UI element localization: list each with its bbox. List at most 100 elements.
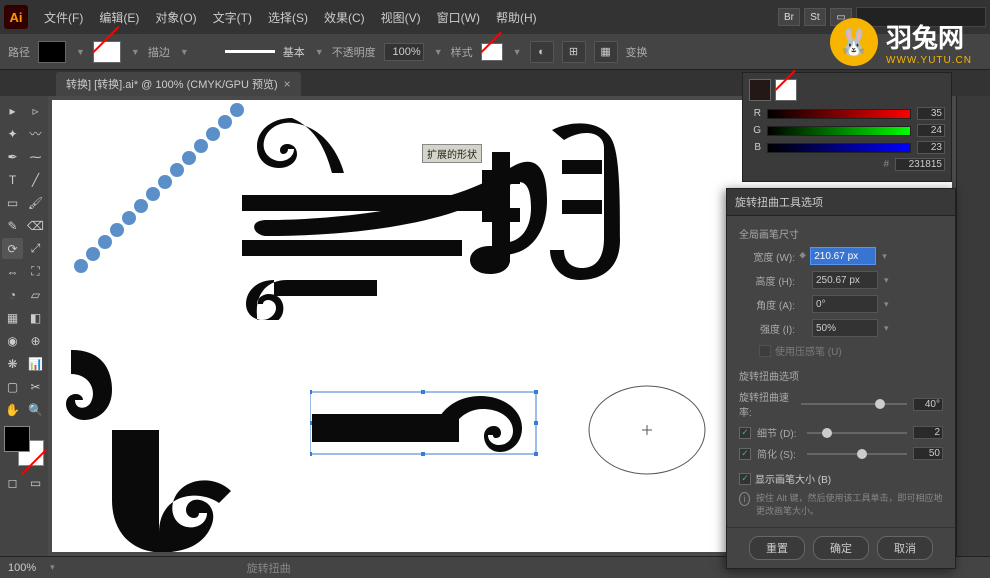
chevron-down-icon[interactable]: ▾ bbox=[884, 299, 889, 310]
r-value[interactable]: 35 bbox=[917, 107, 945, 120]
chevron-down-icon[interactable]: ▼ bbox=[76, 47, 85, 57]
hand-tool[interactable]: ✋ bbox=[2, 399, 23, 420]
align-icon[interactable]: ⊞ bbox=[562, 41, 586, 63]
selection-tool[interactable]: ▸ bbox=[2, 100, 23, 121]
watermark-logo: 🐰 羽兔网 WWW.YUTU.CN bbox=[830, 18, 972, 66]
zoom-level[interactable]: 100% bbox=[8, 562, 36, 574]
g-value[interactable]: 24 bbox=[917, 124, 945, 137]
hex-value[interactable]: 231815 bbox=[895, 158, 945, 171]
chevron-down-icon[interactable]: ▾ bbox=[884, 275, 889, 286]
graphic-style-swatch[interactable] bbox=[481, 43, 503, 61]
eraser-tool[interactable]: ⌫ bbox=[25, 215, 46, 236]
rotate-tool[interactable]: ⟳ bbox=[2, 238, 23, 259]
simplify-checkbox[interactable]: ✓ bbox=[739, 448, 751, 460]
chevron-down-icon[interactable]: ▼ bbox=[434, 47, 443, 57]
rectangle-tool[interactable]: ▭ bbox=[2, 192, 23, 213]
g-slider[interactable] bbox=[767, 126, 911, 136]
curvature-tool[interactable]: ⁓ bbox=[25, 146, 46, 167]
close-icon[interactable]: × bbox=[284, 77, 291, 91]
bridge-icon[interactable]: Br bbox=[778, 8, 800, 26]
menu-object[interactable]: 对象(O) bbox=[147, 9, 204, 26]
panel-dock[interactable] bbox=[956, 96, 990, 556]
stroke-style-preview[interactable] bbox=[225, 50, 275, 53]
stroke-label: 描边 bbox=[148, 44, 170, 60]
line-tool[interactable]: ╱ bbox=[25, 169, 46, 190]
recolor-icon[interactable]: ◐ bbox=[530, 41, 554, 63]
lasso-tool[interactable]: 〰 bbox=[25, 123, 46, 144]
b-label: B bbox=[749, 142, 761, 153]
perspective-tool[interactable]: ▱ bbox=[25, 284, 46, 305]
paintbrush-tool[interactable]: 🖌 bbox=[25, 192, 46, 213]
show-brush-checkbox[interactable]: ✓ bbox=[739, 473, 751, 485]
menu-select[interactable]: 选择(S) bbox=[260, 9, 316, 26]
symbol-sprayer-tool[interactable]: ❋ bbox=[2, 353, 23, 374]
angle-label: 角度 (A): bbox=[739, 297, 795, 312]
tab-title: 转换] [转换].ai* @ 100% (CMYK/GPU 预览) bbox=[66, 76, 278, 92]
opacity-input[interactable] bbox=[384, 43, 424, 61]
pen-tool[interactable]: ✒ bbox=[2, 146, 23, 167]
menu-edit[interactable]: 编辑(E) bbox=[91, 9, 147, 26]
angle-input[interactable] bbox=[812, 295, 878, 313]
color-picker[interactable] bbox=[4, 426, 44, 466]
b-slider[interactable] bbox=[767, 143, 911, 153]
style-label: 样式 bbox=[451, 44, 473, 60]
screen-mode-icon[interactable]: ▭ bbox=[25, 472, 46, 493]
shaper-tool[interactable]: ✎ bbox=[2, 215, 23, 236]
chevron-down-icon[interactable]: ▾ bbox=[50, 562, 55, 573]
direct-selection-tool[interactable]: ▹ bbox=[25, 100, 46, 121]
menu-view[interactable]: 视图(V) bbox=[373, 9, 429, 26]
slice-tool[interactable]: ✂ bbox=[25, 376, 46, 397]
chevron-down-icon[interactable]: ▼ bbox=[513, 47, 522, 57]
magic-wand-tool[interactable]: ✦ bbox=[2, 123, 23, 144]
scale-tool[interactable]: ⤢ bbox=[25, 238, 46, 259]
fill-color[interactable] bbox=[4, 426, 30, 452]
shape-builder-tool[interactable]: ◔ bbox=[2, 284, 23, 305]
menu-window[interactable]: 窗口(W) bbox=[429, 9, 488, 26]
transform-label[interactable]: 变换 bbox=[626, 44, 648, 60]
chevron-down-icon[interactable]: ▾ bbox=[882, 251, 887, 262]
detail-checkbox[interactable]: ✓ bbox=[739, 427, 751, 439]
chevron-down-icon[interactable]: ▾ bbox=[884, 323, 889, 334]
simplify-value[interactable]: 50 bbox=[913, 447, 943, 460]
stock-icon[interactable]: St bbox=[804, 8, 826, 26]
artboard-tool[interactable]: ▢ bbox=[2, 376, 23, 397]
menu-effect[interactable]: 效果(C) bbox=[316, 9, 373, 26]
draw-mode-icon[interactable]: ◻ bbox=[2, 472, 23, 493]
cancel-button[interactable]: 取消 bbox=[877, 536, 933, 560]
width-input[interactable] bbox=[810, 247, 876, 265]
section-brush-dims: 全局画笔尺寸 bbox=[739, 226, 943, 241]
type-tool[interactable]: T bbox=[2, 169, 23, 190]
r-slider[interactable] bbox=[767, 109, 911, 119]
fill-color-swatch[interactable] bbox=[749, 79, 771, 101]
width-tool[interactable]: ⇔ bbox=[2, 261, 23, 282]
twirl-rate-slider[interactable] bbox=[801, 403, 907, 405]
blend-tool[interactable]: ⊕ bbox=[25, 330, 46, 351]
detail-slider[interactable] bbox=[807, 432, 907, 434]
eyedropper-tool[interactable]: ◉ bbox=[2, 330, 23, 351]
detail-value[interactable]: 2 bbox=[913, 426, 943, 439]
document-tab[interactable]: 转换] [转换].ai* @ 100% (CMYK/GPU 预览) × bbox=[56, 72, 301, 96]
chevron-down-icon[interactable]: ▼ bbox=[131, 47, 140, 57]
chevron-down-icon[interactable]: ▼ bbox=[180, 47, 189, 57]
graph-tool[interactable]: 📊 bbox=[25, 353, 46, 374]
mesh-tool[interactable]: ▦ bbox=[2, 307, 23, 328]
gradient-tool[interactable]: ◧ bbox=[25, 307, 46, 328]
simplify-slider[interactable] bbox=[807, 453, 907, 455]
stroke-color-swatch[interactable] bbox=[775, 79, 797, 101]
height-input[interactable] bbox=[812, 271, 878, 289]
stroke-swatch[interactable] bbox=[93, 41, 121, 63]
selection-type-label: 路径 bbox=[8, 44, 30, 60]
b-value[interactable]: 23 bbox=[917, 141, 945, 154]
menu-help[interactable]: 帮助(H) bbox=[488, 9, 545, 26]
twirl-rate-value[interactable]: 40° bbox=[913, 398, 943, 411]
shape-icon[interactable]: ▦ bbox=[594, 41, 618, 63]
menu-file[interactable]: 文件(F) bbox=[36, 9, 91, 26]
zoom-tool[interactable]: 🔍 bbox=[25, 399, 46, 420]
intensity-input[interactable] bbox=[812, 319, 878, 337]
menu-type[interactable]: 文字(T) bbox=[205, 9, 260, 26]
reset-button[interactable]: 重置 bbox=[749, 536, 805, 560]
fill-swatch[interactable] bbox=[38, 41, 66, 63]
chevron-down-icon[interactable]: ▼ bbox=[315, 47, 324, 57]
free-transform-tool[interactable]: ⛶ bbox=[25, 261, 46, 282]
ok-button[interactable]: 确定 bbox=[813, 536, 869, 560]
